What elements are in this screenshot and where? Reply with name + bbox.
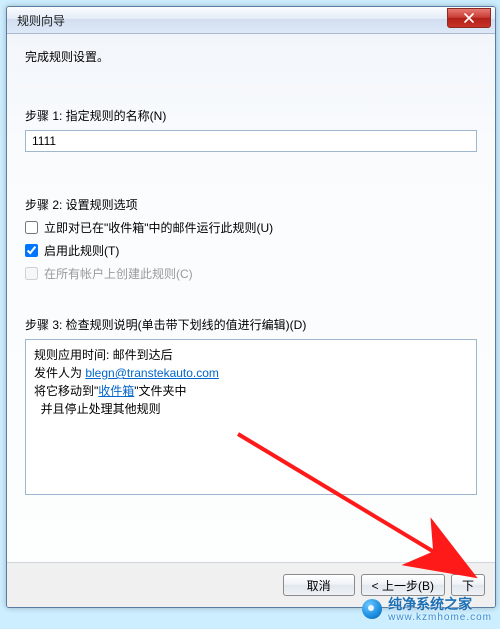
desc-line-when: 规则应用时间: 邮件到达后 <box>34 346 468 364</box>
rule-description-box: 规则应用时间: 邮件到达后 发件人为 blegn@transtekauto.co… <box>25 339 477 495</box>
titlebar[interactable]: 规则向导 <box>7 7 495 34</box>
all-accounts-checkbox <box>25 267 38 280</box>
sender-link[interactable]: blegn@transtekauto.com <box>85 366 219 380</box>
close-button[interactable] <box>447 8 491 28</box>
enable-rule-checkbox[interactable] <box>25 244 38 257</box>
back-button[interactable]: < 上一步(B) <box>361 574 445 596</box>
desc-line-move: 将它移动到"收件箱"文件夹中 <box>34 382 468 400</box>
wizard-footer: 取消 < 上一步(B) 下 <box>7 562 495 607</box>
watermark-sub: www.kzmhome.com <box>388 612 492 623</box>
enable-rule-label: 启用此规则(T) <box>44 242 119 259</box>
option-enable-rule[interactable]: 启用此规则(T) <box>25 242 477 259</box>
step3-label: 步骤 3: 检查规则说明(单击带下划线的值进行编辑)(D) <box>25 316 477 333</box>
folder-link[interactable]: 收件箱 <box>98 384 134 398</box>
window-title: 规则向导 <box>17 12 447 29</box>
desc-line-stop: 并且停止处理其他规则 <box>34 400 468 418</box>
header-text: 完成规则设置。 <box>25 48 477 65</box>
all-accounts-label: 在所有帐户上创建此规则(C) <box>44 265 193 282</box>
run-now-label: 立即对已在"收件箱"中的邮件运行此规则(U) <box>44 219 273 236</box>
rule-name-input[interactable] <box>25 130 477 152</box>
cancel-button[interactable]: 取消 <box>283 574 355 596</box>
wizard-body: 完成规则设置。 步骤 1: 指定规则的名称(N) 步骤 2: 设置规则选项 立即… <box>7 34 495 560</box>
close-icon <box>464 13 474 23</box>
option-all-accounts: 在所有帐户上创建此规则(C) <box>25 265 477 282</box>
step1-label: 步骤 1: 指定规则的名称(N) <box>25 107 477 124</box>
step2-label: 步骤 2: 设置规则选项 <box>25 196 477 213</box>
next-button[interactable]: 下 <box>451 574 485 596</box>
run-now-checkbox[interactable] <box>25 221 38 234</box>
desc-line-from: 发件人为 blegn@transtekauto.com <box>34 364 468 382</box>
rules-wizard-window: 规则向导 完成规则设置。 步骤 1: 指定规则的名称(N) 步骤 2: 设置规则… <box>6 6 496 608</box>
option-run-now[interactable]: 立即对已在"收件箱"中的邮件运行此规则(U) <box>25 219 477 236</box>
